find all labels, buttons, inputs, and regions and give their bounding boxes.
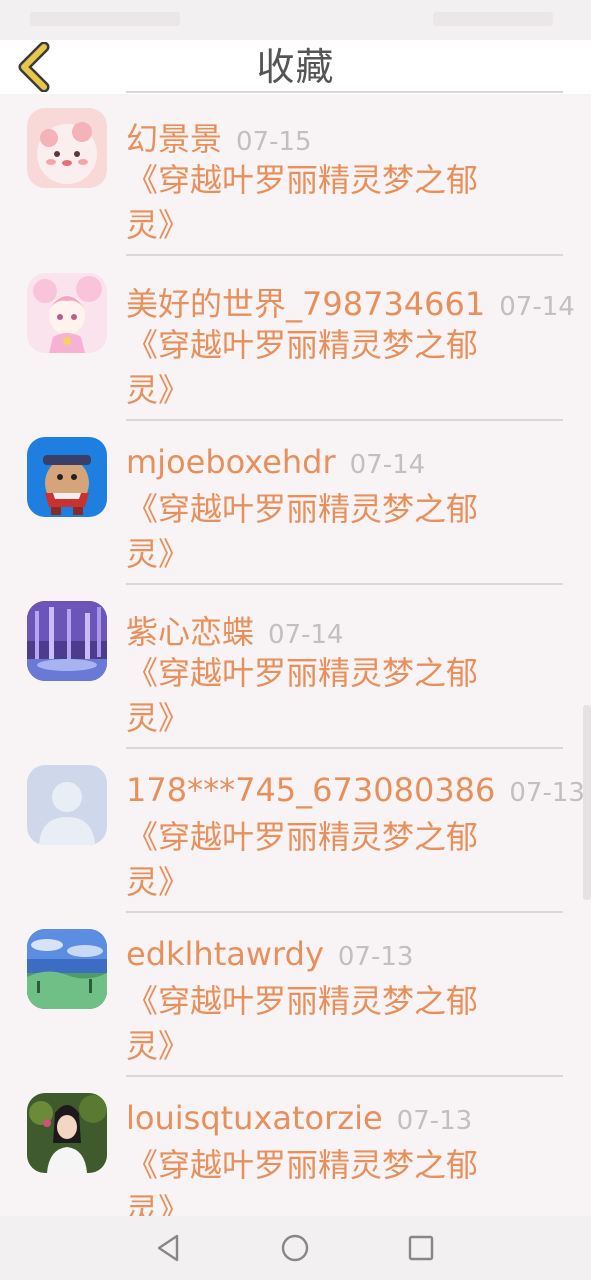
book-title[interactable]: 《穿越叶罗丽精灵梦之郁灵》	[126, 487, 526, 577]
username[interactable]: mjoeboxehdr	[126, 443, 336, 481]
divider	[126, 1075, 563, 1077]
divider	[126, 911, 563, 913]
username[interactable]: 美好的世界_798734661	[126, 285, 485, 323]
chevron-left-icon	[18, 42, 50, 92]
divider	[126, 419, 563, 421]
list-item[interactable]: mjoeboxehdr 07-14 《穿越叶罗丽精灵梦之郁灵》	[0, 423, 591, 588]
date-label: 07-14	[349, 450, 426, 480]
avatar[interactable]	[27, 108, 107, 188]
date-label: 07-13	[337, 942, 414, 972]
status-bar	[0, 0, 591, 40]
date-label: 07-14	[268, 620, 344, 650]
book-title[interactable]: 《穿越叶罗丽精灵梦之郁灵》	[126, 815, 526, 905]
avatar[interactable]	[27, 765, 107, 845]
date-label: 07-13	[396, 1106, 473, 1136]
book-title[interactable]: 《穿越叶罗丽精灵梦之郁灵》	[126, 651, 526, 741]
book-title[interactable]: 《穿越叶罗丽精灵梦之郁灵》	[126, 979, 526, 1069]
divider	[126, 747, 563, 749]
username[interactable]: 紫心恋蝶	[126, 613, 254, 651]
username[interactable]: 幻景景	[126, 120, 222, 158]
date-label: 07-13	[509, 778, 585, 808]
nav-home-button[interactable]	[279, 1232, 311, 1264]
divider	[126, 583, 563, 585]
avatar[interactable]	[27, 1093, 107, 1173]
status-bar-right	[433, 12, 553, 26]
book-title[interactable]: 《穿越叶罗丽精灵梦之郁灵》	[126, 158, 526, 248]
list-item[interactable]: 幻景景 07-15 《穿越叶罗丽精灵梦之郁灵》	[0, 94, 591, 259]
book-title[interactable]: 《穿越叶罗丽精灵梦之郁灵》	[126, 323, 526, 413]
avatar[interactable]	[27, 273, 107, 353]
page-title: 收藏	[256, 45, 335, 89]
status-bar-left	[30, 12, 180, 26]
triangle-back-icon	[157, 1234, 179, 1262]
nav-back-button[interactable]	[153, 1232, 185, 1264]
username[interactable]: louisqtuxatorzie	[126, 1099, 383, 1137]
header: 收藏	[0, 40, 591, 94]
square-recents-icon	[408, 1235, 434, 1261]
username[interactable]: 178***745_673080386	[126, 771, 495, 809]
list-item[interactable]: 紫心恋蝶 07-14 《穿越叶罗丽精灵梦之郁灵》	[0, 587, 591, 752]
favorites-list: 幻景景 07-15 《穿越叶罗丽精灵梦之郁灵》 美好的世界_798734661 07…	[0, 94, 591, 1216]
list-item[interactable]: edklhtawrdy 07-13 《穿越叶罗丽精灵梦之郁灵》	[0, 915, 591, 1080]
username[interactable]: edklhtawrdy	[126, 935, 324, 973]
circle-home-icon	[281, 1234, 309, 1262]
navigation-bar	[0, 1216, 591, 1280]
divider	[126, 254, 563, 256]
avatar[interactable]	[27, 929, 107, 1009]
header-divider	[126, 91, 563, 93]
list-item[interactable]: 178***745_673080386 07-13 《穿越叶罗丽精灵梦之郁灵》	[0, 751, 591, 916]
avatar[interactable]	[27, 437, 107, 517]
list-item[interactable]: 美好的世界_798734661 07-14 《穿越叶罗丽精灵梦之郁灵》	[0, 259, 591, 424]
book-title[interactable]: 《穿越叶罗丽精灵梦之郁灵》	[126, 1143, 526, 1216]
back-button[interactable]	[14, 42, 60, 92]
list-item[interactable]: louisqtuxatorzie 07-13 《穿越叶罗丽精灵梦之郁灵》	[0, 1079, 591, 1216]
date-label: 07-14	[499, 292, 575, 322]
avatar[interactable]	[27, 601, 107, 681]
date-label: 07-15	[236, 127, 312, 157]
scrollbar[interactable]	[583, 705, 591, 900]
nav-recents-button[interactable]	[405, 1232, 437, 1264]
